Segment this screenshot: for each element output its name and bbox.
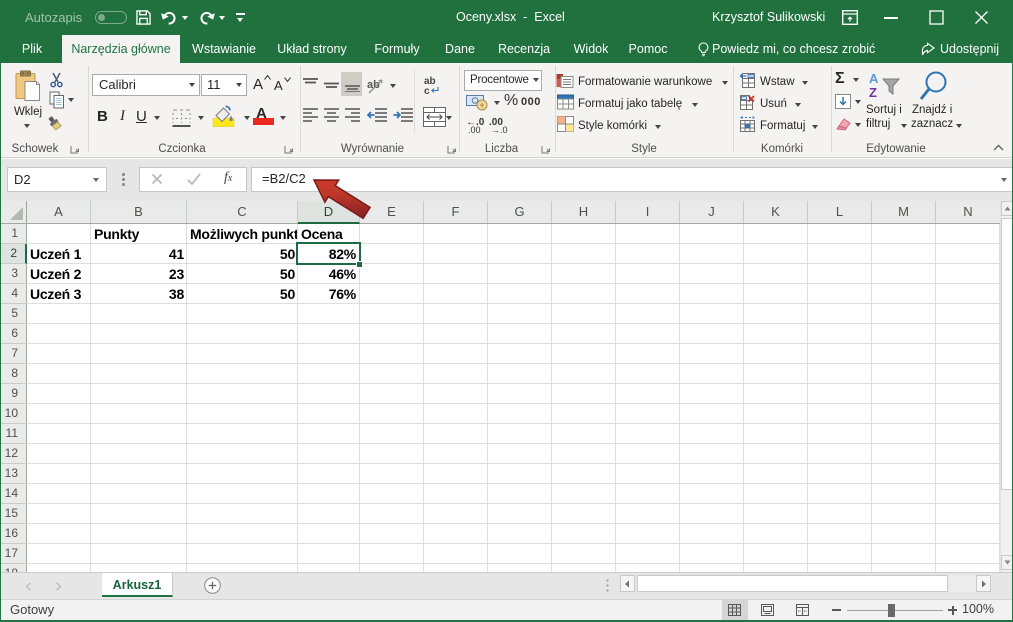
svg-text:c: c bbox=[424, 86, 430, 95]
